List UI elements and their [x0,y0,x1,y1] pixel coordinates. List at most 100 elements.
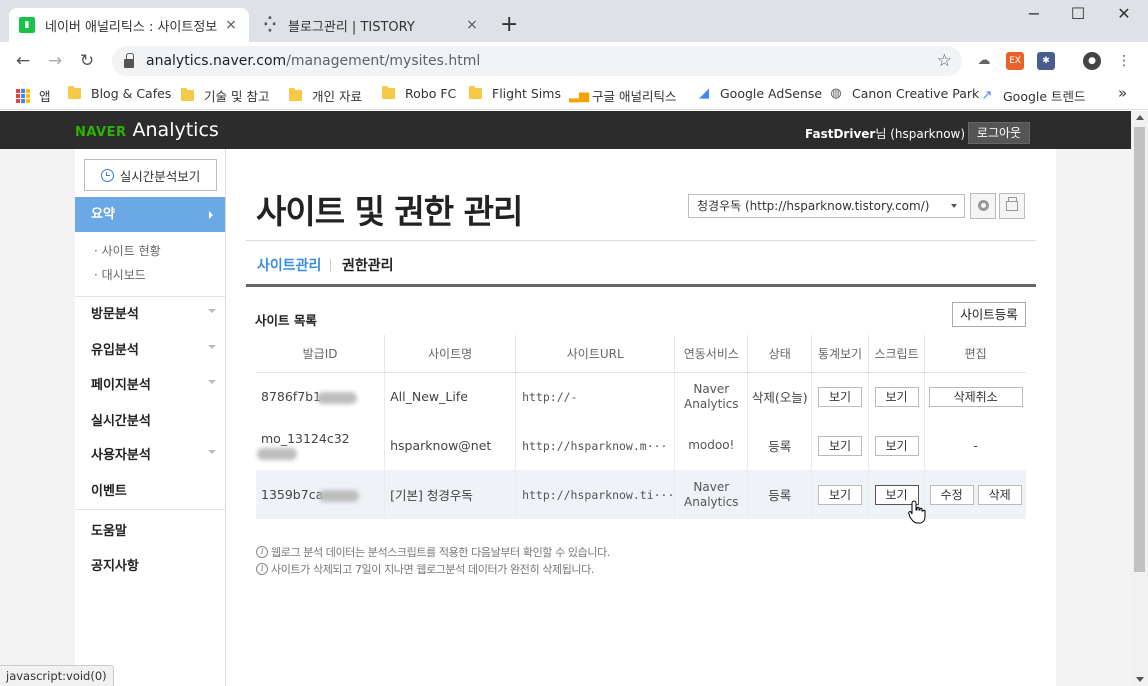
vertical-scrollbar[interactable] [1131,111,1148,686]
globe-icon: ◍ [830,85,842,101]
add-site-button[interactable]: 사이트등록 [952,302,1026,327]
scroll-down-icon[interactable] [1136,677,1144,682]
user-id: 님 (hsparknow) [875,127,966,141]
info-note-text: 사이트가 삭제되고 7일이 지나면 웹로그분석 데이터가 완전히 삭제됩니다. [271,563,594,576]
close-tab-icon[interactable]: × [464,17,480,33]
chevron-down-icon [951,204,957,208]
table-row: 8786f7b1 All_New_Life http://- Naver Anal… [256,372,1026,421]
tab-site-management[interactable]: 사이트관리 [257,255,321,275]
bookmark-adsense[interactable]: ◢ Google AdSense [697,86,822,101]
tab-title: 네이버 애널리틱스 : 사이트정보 [45,19,218,35]
bookmark-blog-cafes[interactable]: Blog & Cafes [68,86,171,101]
tab-permission-management[interactable]: 권한관리 [342,255,394,275]
view-script-button[interactable]: 보기 [874,435,919,456]
close-tab-icon[interactable]: × [223,17,239,33]
bookmark-tech-ref[interactable]: 기술 및 참고 [181,86,269,105]
chevron-down-icon [208,380,216,384]
naver-analytics-favicon-icon: ▮ [19,17,35,33]
site-name-cell: All_New_Life [384,372,517,421]
bookmark-apps[interactable]: 앱 [16,86,51,105]
site-name-cell: [기본] 청경우독 [384,470,517,519]
page-title: 사이트 및 권한 관리 [256,192,523,231]
view-stats-button[interactable]: 보기 [818,484,863,505]
sidebar-item-summary[interactable]: 요약 [75,197,225,232]
divider [246,240,1036,241]
view-stats-button[interactable]: 보기 [818,435,863,456]
sidebar-item-event[interactable]: 이벤트 [91,480,216,499]
new-tab-button[interactable]: + [500,13,518,37]
edit-site-button[interactable]: 수정 [929,484,974,505]
view-script-button[interactable]: 보기 [874,386,919,407]
bookmark-google-trends[interactable]: ↗ Google 트렌드 [980,86,1086,105]
back-button[interactable]: ← [12,50,34,72]
sidebar-item-label: 요약 [91,207,115,222]
submenu-site-status[interactable]: · 사이트 현황 [94,242,161,259]
site-id: 8786f7b1 [261,389,322,405]
realtime-button-label: 실시간분석보기 [119,168,201,184]
tab-tistory[interactable]: ⁛ 블로그관리 | TISTORY × [252,8,490,42]
info-note-text: 웹로그 분석 데이터는 분석스크립트를 적용한 다음날부터 확인할 수 있습니다… [271,546,610,559]
undo-delete-button[interactable]: 삭제취소 [928,386,1023,407]
naver-analytics-logo[interactable]: NAVER Analytics [75,119,219,141]
print-button[interactable] [999,193,1025,219]
bookmark-label: 개인 자료 [312,89,362,104]
lock-icon [124,52,134,68]
sidebar-item-label: 페이지분석 [91,378,151,393]
tab-naver-analytics[interactable]: ▮ 네이버 애널리틱스 : 사이트정보 × [9,8,249,42]
main-content: 사이트 및 권한 관리 청경우독 (http://hsparknow.tisto… [226,149,1056,686]
site-url-cell: http://hsparknow.ti··· [515,470,676,519]
site-url-cell: http://hsparknow.m··· [515,421,676,470]
script-cell: 보기 [868,421,926,470]
reload-button[interactable]: ↻ [76,50,98,72]
realtime-analysis-button[interactable]: 실시간분석보기 [84,159,217,191]
bookmark-canon[interactable]: ◍ Canon Creative Park [829,86,979,101]
browser-tabstrip: ▮ 네이버 애널리틱스 : 사이트정보 × ⁛ 블로그관리 | TISTORY … [0,0,1148,42]
sidebar-item-help[interactable]: 도움말 [91,520,216,539]
sidebar-item-notice[interactable]: 공지사항 [91,555,216,574]
sidebar: 실시간분석보기 요약 · 사이트 현황 · 대시보드 방문분석 유입분석 페이지… [75,149,226,686]
edit-cell: - [973,438,978,453]
scroll-up-icon[interactable] [1136,115,1144,120]
sidebar-item-page-analysis[interactable]: 페이지분석 [91,374,216,393]
trends-icon: ↗ [981,87,993,103]
profile-avatar[interactable]: ● [1083,52,1101,70]
redacted-mask [319,489,360,502]
site-id-cell: 1359b7ca [256,470,386,519]
script-cell: 보기 [868,372,926,421]
redacted-mask [257,448,297,460]
site-url-cell: http://- [515,372,676,421]
puzzle-extension-icon[interactable]: ✱ [1037,52,1055,70]
menu-kebab-icon[interactable]: ⋮ [1115,52,1133,70]
site-table: 발급ID 사이트명 사이트URL 연동서비스 상태 통계보기 스크립트 편집 8… [256,335,1026,519]
maximize-button[interactable]: ☐ [1058,4,1098,28]
bookmark-star-icon[interactable]: ☆ [937,51,952,71]
more-bookmarks-button[interactable]: » [1118,84,1127,102]
submenu-dashboard[interactable]: · 대시보드 [94,266,146,283]
delete-site-button[interactable]: 삭제 [977,484,1022,505]
bookmark-personal[interactable]: 개인 자료 [289,86,362,105]
site-select-dropdown[interactable]: 청경우독 (http://hsparknow.tistory.com/) [688,194,965,218]
bookmark-robo-fc[interactable]: Robo FC [382,86,456,101]
bookmark-google-analytics[interactable]: ▂▅ 구글 애널리틱스 [569,86,676,105]
sidebar-item-realtime-analysis[interactable]: 실시간분석 [91,410,216,429]
close-window-button[interactable]: ✕ [1104,4,1144,28]
ex-extension-icon[interactable]: EX [1006,52,1024,70]
bookmark-label: Blog & Cafes [91,86,172,101]
site-select-value: 청경우독 (http://hsparknow.tistory.com/) [697,199,930,213]
minimize-button[interactable]: − [1014,4,1054,28]
view-stats-button[interactable]: 보기 [818,386,863,407]
forward-button[interactable]: → [44,50,66,72]
analytics-bars-icon: ▂▅ [569,87,589,103]
sidebar-item-visit-analysis[interactable]: 방문분석 [91,303,216,322]
scrollbar-thumb[interactable] [1134,127,1145,572]
address-bar[interactable]: analytics.naver.com/management/mysites.h… [112,46,962,76]
user-name: FastDriver [805,127,876,141]
logout-button[interactable]: 로그아웃 [968,122,1030,144]
bookmark-flight-sims[interactable]: Flight Sims [469,86,561,101]
edit-cell: 삭제취소 [925,372,1026,421]
settings-button[interactable] [970,193,996,219]
clock-icon [100,168,114,182]
sidebar-item-user-analysis[interactable]: 사용자분석 [91,444,216,463]
cloud-extension-icon[interactable]: ☁ [975,52,993,70]
sidebar-item-inflow-analysis[interactable]: 유입분석 [91,339,216,358]
